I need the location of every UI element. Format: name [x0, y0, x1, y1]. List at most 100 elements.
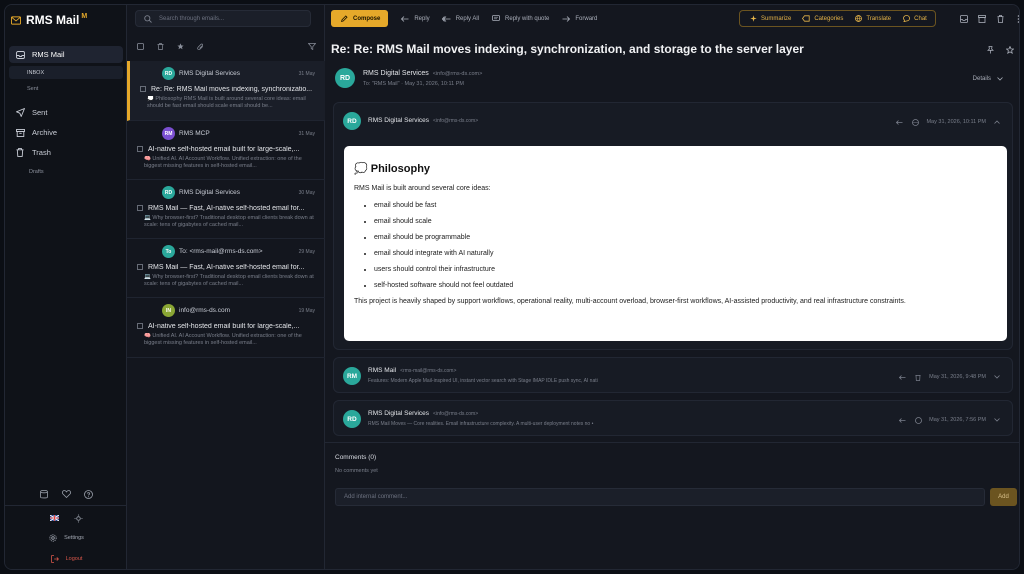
email-date: 30 May — [298, 190, 315, 196]
reply-all-icon — [442, 14, 452, 24]
checkbox-icon[interactable] — [138, 84, 148, 94]
chat-icon — [901, 14, 911, 24]
summarize-button[interactable]: Summarize — [748, 14, 791, 24]
logout-button[interactable]: Logout — [5, 554, 127, 564]
sidebar-item-label: Sent — [32, 108, 48, 117]
trash-icon[interactable] — [913, 372, 923, 382]
details-toggle[interactable]: Details — [973, 74, 1005, 84]
sidebar-item-trash[interactable]: Trash — [9, 144, 123, 161]
reply-quote-button[interactable]: Reply with quote — [491, 10, 549, 27]
archive-icon[interactable] — [977, 14, 987, 24]
message-header: RD RMS Digital Services <info@rms-ds.com>… — [331, 66, 1015, 96]
app-name: RMS Mail — [26, 13, 80, 27]
send-icon — [15, 108, 25, 118]
divider — [325, 442, 1019, 443]
delete-icon[interactable] — [155, 41, 165, 51]
avatar: RD — [343, 112, 361, 130]
chevron-down-icon[interactable] — [992, 372, 1002, 382]
globe-icon — [853, 14, 863, 24]
translate-button[interactable]: Translate — [853, 14, 891, 24]
body-list-item: email should integrate with AI naturally — [374, 250, 997, 257]
compose-button[interactable]: Compose — [331, 10, 389, 27]
chat-label: Chat — [914, 15, 927, 22]
message-meta: May 31, 2026, 10:11 PM — [894, 117, 1002, 127]
add-comment-label: Add — [998, 494, 1009, 500]
sender-name: RMS Mail — [368, 367, 397, 374]
uk-flag-icon[interactable] — [49, 513, 59, 523]
sidebar-prefs-row — [5, 513, 127, 523]
checkbox-icon[interactable] — [135, 203, 145, 213]
database-icon[interactable] — [39, 489, 49, 499]
body-list: email should be fast email should scale … — [354, 202, 997, 289]
filter-icon[interactable] — [307, 41, 317, 51]
more-icon[interactable] — [1013, 14, 1019, 24]
theme-icon[interactable] — [73, 513, 83, 523]
list-item[interactable]: RD RMS Digital Services 30 May RMS Mail —… — [127, 180, 325, 239]
email-date: 29 May — [298, 249, 315, 255]
sender-email: <info@rms-ds.com> — [432, 71, 483, 77]
settings-button[interactable]: Settings — [5, 533, 127, 543]
checkbox-icon[interactable] — [135, 262, 145, 272]
attachment-icon[interactable] — [195, 41, 205, 51]
email-date: 19 May — [298, 308, 315, 314]
thread-message-collapsed[interactable]: RM RMS Mail <rms-mail@rms-ds.com> Feature… — [333, 357, 1013, 393]
star-icon[interactable] — [175, 41, 185, 51]
message-title: Re: Re: RMS Mail moves indexing, synchro… — [331, 42, 804, 56]
quote-icon — [491, 14, 501, 24]
sender-email: <rms-mail@rms-ds.com> — [400, 368, 457, 374]
list-item[interactable]: RD RMS Digital Services 31 May Re: Re: RM… — [127, 61, 325, 121]
help-icon[interactable] — [83, 489, 93, 499]
chat-button[interactable]: Chat — [901, 14, 927, 24]
email-preview: 💭 Philosophy RMS Mail is built around se… — [147, 96, 306, 109]
sidebar-item-sent-folder[interactable]: Sent — [9, 82, 123, 95]
comments-title: Comments (0) — [335, 454, 377, 461]
checkbox-icon[interactable] — [135, 144, 145, 154]
sidebar-item-inbox[interactable]: INBOX — [9, 66, 123, 79]
list-toolbar — [135, 41, 317, 51]
search-placeholder: Search through emails... — [159, 15, 225, 22]
forward-label: Forward — [575, 15, 598, 22]
reply-icon[interactable] — [894, 117, 904, 127]
select-all-checkbox[interactable] — [135, 41, 145, 51]
thread-message-collapsed[interactable]: RD RMS Digital Services <info@rms-ds.com>… — [333, 400, 1013, 436]
heart-icon[interactable] — [61, 489, 71, 499]
email-subject: RMS Mail — Fast, AI-native self-hosted e… — [148, 263, 305, 271]
pin-icon[interactable] — [985, 45, 995, 55]
list-item[interactable]: RM RMS MCP 31 May AI-native self-hosted e… — [127, 121, 325, 180]
sidebar-item-archive[interactable]: Archive — [9, 124, 123, 141]
categories-button[interactable]: Categories — [801, 14, 843, 24]
sidebar-item-sent[interactable]: Sent — [9, 104, 123, 121]
checkbox-icon[interactable] — [135, 321, 145, 331]
reply-button[interactable]: Reply — [400, 10, 430, 27]
message-body: 💭 Philosophy RMS Mail is built around se… — [344, 146, 1007, 341]
sidebar-item-label: RMS Mail — [32, 50, 65, 59]
list-item[interactable]: To To: <rms-mail@rms-ds.com> 29 May RMS M… — [127, 239, 325, 298]
chevron-up-icon[interactable] — [992, 117, 1002, 127]
forward-button[interactable]: Forward — [561, 10, 597, 27]
sidebar-item-account[interactable]: RMS Mail — [9, 46, 123, 63]
globe-icon[interactable] — [910, 117, 920, 127]
avatar: To — [162, 245, 175, 258]
add-comment-button[interactable]: Add — [990, 488, 1017, 506]
app-logo[interactable]: RMS Mail M — [11, 12, 87, 28]
email-preview: 🧠 Unified AI. AI Account Workflow. Unifi… — [144, 156, 302, 169]
reply-all-button[interactable]: Reply All — [442, 10, 479, 27]
reply-icon[interactable] — [897, 372, 907, 382]
inbox-icon[interactable] — [959, 14, 969, 24]
reply-all-label: Reply All — [455, 15, 480, 22]
sidebar-item-drafts[interactable]: Drafts — [9, 165, 123, 178]
star-icon[interactable] — [1005, 45, 1015, 55]
comment-input[interactable]: Add internal comment... — [335, 488, 985, 506]
email-preview: 🧠 Unified AI. AI Account Workflow. Unifi… — [144, 333, 302, 346]
reply-icon[interactable] — [897, 415, 907, 425]
trash-icon — [15, 148, 25, 158]
search-input[interactable]: Search through emails... — [135, 10, 311, 27]
list-item[interactable]: IN info@rms-ds.com 19 May AI-native self-… — [127, 298, 325, 358]
avatar: IN — [162, 304, 175, 317]
email-subject: RMS Mail — Fast, AI-native self-hosted e… — [148, 204, 305, 212]
chevron-down-icon[interactable] — [992, 415, 1002, 425]
sidebar-item-label: Sent — [27, 85, 39, 92]
details-label: Details — [972, 76, 991, 82]
trash-icon[interactable] — [995, 14, 1005, 24]
globe-icon[interactable] — [913, 415, 923, 425]
